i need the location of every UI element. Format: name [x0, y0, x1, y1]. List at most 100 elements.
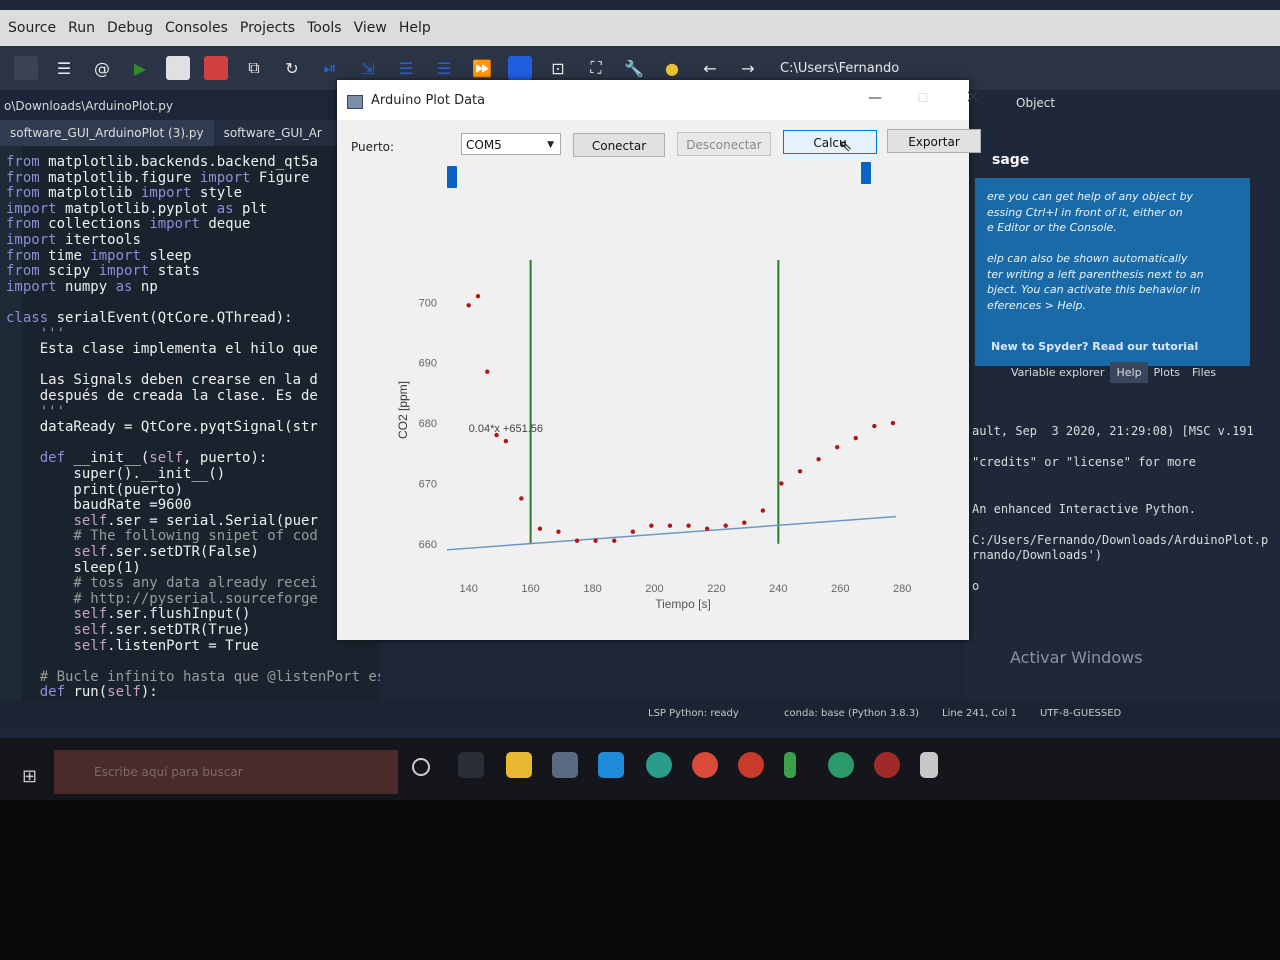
- at-icon[interactable]: @: [90, 56, 114, 80]
- forward-arrow-icon[interactable]: →: [736, 56, 760, 80]
- code-token: stats: [157, 263, 200, 280]
- data-point: [593, 538, 598, 543]
- editor-tab-active[interactable]: software_GUI_ArduinoPlot (3).py: [0, 120, 214, 146]
- store-icon[interactable]: [552, 752, 578, 778]
- tutorial-link[interactable]: New to Spyder? Read our tutorial: [991, 340, 1198, 353]
- help-text-line: bject. You can activate this behavior in: [987, 283, 1201, 296]
- code-line: self.listenPort = True: [6, 638, 258, 654]
- wrench-icon[interactable]: 🔧: [622, 56, 646, 80]
- back-arrow-icon[interactable]: ←: [698, 56, 722, 80]
- debug-icon[interactable]: ⏯: [318, 56, 342, 80]
- code-token: import: [140, 185, 200, 202]
- taskbar-search[interactable]: Escribe aquí para buscar: [54, 750, 398, 794]
- run-selection-icon[interactable]: ⧉: [242, 56, 266, 80]
- x-axis-label: Tiempo [s]: [655, 597, 711, 611]
- regression-fit-line: [446, 515, 897, 551]
- menu-debug[interactable]: Debug: [107, 20, 153, 36]
- edge-icon[interactable]: [646, 752, 672, 778]
- range-slider-left-handle[interactable]: [447, 166, 457, 188]
- step-into-icon[interactable]: ☰: [394, 56, 418, 80]
- menu-help[interactable]: Help: [399, 20, 431, 36]
- app2-icon[interactable]: [828, 752, 854, 778]
- run-cell-advance-icon[interactable]: [204, 56, 228, 80]
- help-text-line: e Editor or the Console.: [987, 221, 1117, 234]
- run-icon[interactable]: ▶: [128, 56, 152, 80]
- code-line: self.ser.flushInput(): [6, 606, 250, 622]
- status-encoding: UTF-8-GUESSED: [1040, 708, 1122, 719]
- tab-help[interactable]: Help: [1110, 362, 1148, 383]
- stop-icon[interactable]: [508, 56, 532, 80]
- chrome-alert-icon[interactable]: [738, 752, 764, 778]
- menu-source[interactable]: Source: [8, 20, 56, 36]
- maximize-icon[interactable]: ☐: [909, 86, 937, 110]
- spyder-icon[interactable]: [874, 752, 900, 778]
- list-icon[interactable]: ☰: [52, 56, 76, 80]
- code-token: import: [98, 263, 158, 280]
- working-directory[interactable]: C:\Users\Fernando: [780, 61, 899, 76]
- tab-files[interactable]: Files: [1186, 362, 1222, 383]
- python-window-icon[interactable]: [920, 752, 938, 778]
- code-token: import: [199, 169, 259, 186]
- code-token: import: [6, 232, 66, 248]
- menu-consoles[interactable]: Consoles: [165, 20, 228, 36]
- console-line: ault, Sep 3 2020, 21:29:08) [MSC v.191: [972, 424, 1254, 438]
- menu-projects[interactable]: Projects: [240, 20, 295, 36]
- app-icon[interactable]: [784, 752, 796, 778]
- calcular-button[interactable]: Calcu: [783, 130, 877, 154]
- code-line: def run(self):: [6, 684, 158, 700]
- chrome-icon[interactable]: [692, 752, 718, 778]
- maximize-pane-icon[interactable]: ⊡: [546, 56, 570, 80]
- new-file-icon[interactable]: [14, 56, 38, 80]
- code-token: Esta clase implementa el hilo que: [6, 341, 318, 358]
- editor-tab[interactable]: software_GUI_Ar: [214, 120, 332, 146]
- data-point: [485, 369, 490, 374]
- mail-icon[interactable]: [598, 752, 624, 778]
- menu-run[interactable]: Run: [68, 20, 95, 36]
- code-line: ''': [6, 404, 65, 420]
- code-token: import: [90, 247, 150, 264]
- port-select[interactable]: COM5 ▼: [461, 133, 561, 155]
- tab-variable-explorer[interactable]: Variable explorer: [1005, 362, 1110, 383]
- fullscreen-icon[interactable]: ⛶: [584, 56, 608, 80]
- menu-view[interactable]: View: [354, 20, 387, 36]
- code-editor[interactable]: from matplotlib.backends.backend_qt5a fro…: [0, 146, 380, 716]
- x-tick-label: 200: [645, 583, 663, 595]
- continue-icon[interactable]: ⏩: [470, 56, 494, 80]
- code-token: import: [6, 278, 66, 295]
- minimize-icon[interactable]: —: [861, 86, 889, 110]
- dialog-titlebar[interactable]: Arduino Plot Data — ☐ ✕: [337, 80, 981, 120]
- desconectar-button[interactable]: Desconectar: [677, 132, 771, 156]
- exportar-button[interactable]: Exportar: [887, 129, 981, 153]
- rerun-icon[interactable]: ↻: [280, 56, 304, 80]
- tab-plots[interactable]: Plots: [1148, 362, 1186, 383]
- console-line: rnando/Downloads'): [972, 548, 1103, 562]
- data-point: [556, 529, 561, 534]
- data-point: [612, 538, 617, 543]
- cortana-icon[interactable]: [412, 758, 430, 776]
- conectar-button[interactable]: Conectar: [573, 133, 665, 157]
- console-line: An enhanced Interactive Python.: [972, 501, 1196, 516]
- code-line: from time import sleep: [6, 248, 191, 264]
- code-token: super().__init__(): [6, 466, 226, 482]
- range-slider-right-handle[interactable]: [861, 162, 871, 184]
- code-line: sleep(1): [6, 559, 141, 576]
- menu-tools[interactable]: Tools: [307, 20, 342, 36]
- close-icon[interactable]: ✕: [959, 86, 987, 110]
- task-view-icon[interactable]: [458, 752, 484, 778]
- windows-start-icon[interactable]: ⊞: [22, 766, 37, 787]
- code-token: as: [216, 200, 243, 217]
- code-token: self: [73, 606, 108, 623]
- code-line: dataReady = QtCore.pyqtSignal(str: [6, 419, 318, 435]
- code-line: import numpy as np: [6, 279, 158, 295]
- code-line: después de creada la clase. Es de: [6, 388, 318, 404]
- file-explorer-icon[interactable]: [506, 752, 532, 778]
- code-line: # Bucle infinito hasta que @listenPort e…: [6, 669, 380, 685]
- y-axis-label: CO2 [ppm]: [396, 381, 410, 439]
- python-path-icon[interactable]: ●: [660, 56, 684, 80]
- step-return-icon[interactable]: ☰: [432, 56, 456, 80]
- file-path: o\Downloads\ArduinoPlot.py: [4, 99, 173, 113]
- run-cell-icon[interactable]: [166, 56, 190, 80]
- code-token: sleep(1): [6, 559, 141, 576]
- step-icon[interactable]: ⇲: [356, 56, 380, 80]
